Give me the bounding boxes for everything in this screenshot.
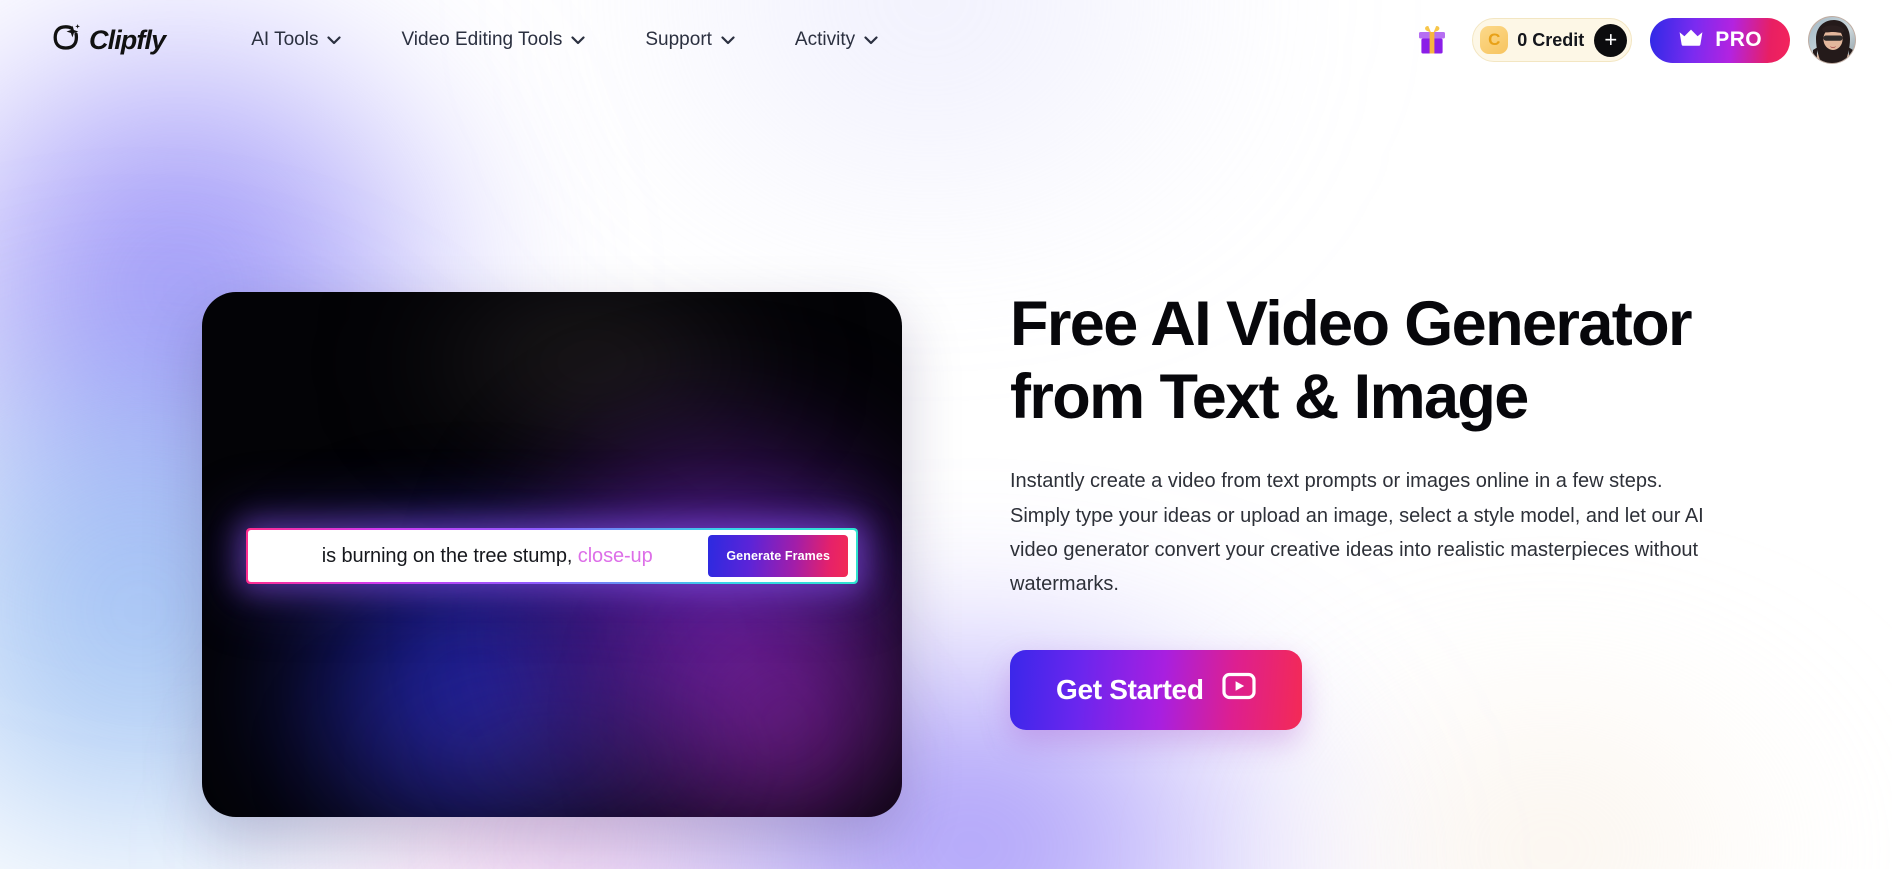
chevron-down-icon — [571, 29, 585, 51]
main-navigation: AI Tools Video Editing Tools Support Act… — [221, 19, 908, 61]
chevron-down-icon — [721, 29, 735, 51]
video-play-icon — [1222, 672, 1256, 707]
hero-description: Instantly create a video from text promp… — [1010, 470, 1704, 596]
page-title: Free AI Video Generator from Text & Imag… — [1010, 289, 1693, 433]
crown-icon — [1678, 28, 1704, 53]
get-started-label: Get Started — [1056, 673, 1204, 705]
user-avatar[interactable] — [1808, 16, 1856, 64]
get-started-button[interactable]: Get Started — [1010, 649, 1302, 730]
nav-item-label: Support — [645, 29, 712, 50]
credit-amount-label: 0 Credit — [1517, 29, 1585, 50]
brand-logo[interactable]: Clipfly — [50, 23, 166, 58]
hero-section: is burning on the tree stump, close-up G… — [0, 80, 1892, 817]
chevron-down-icon — [327, 29, 342, 51]
chevron-down-icon — [864, 29, 878, 51]
prompt-text-highlight: close-up — [577, 544, 653, 567]
video-preview-card[interactable]: is burning on the tree stump, close-up G… — [202, 292, 902, 817]
prompt-bar[interactable]: is burning on the tree stump, close-up G… — [246, 528, 858, 584]
prompt-input-text[interactable]: is burning on the tree stump, close-up — [276, 545, 698, 568]
prompt-bar-inner: is burning on the tree stump, close-up G… — [248, 530, 856, 582]
pro-upgrade-button[interactable]: PRO — [1650, 17, 1790, 63]
credit-badge[interactable]: C 0 Credit + — [1472, 18, 1633, 62]
gift-box-icon[interactable] — [1410, 18, 1454, 62]
generate-frames-button[interactable]: Generate Frames — [708, 535, 848, 577]
nav-item-label: AI Tools — [251, 29, 319, 50]
nav-item-label: Activity — [794, 29, 856, 50]
nav-item-support[interactable]: Support — [615, 19, 765, 61]
credit-coin-icon: C — [1480, 26, 1509, 54]
nav-item-ai-tools[interactable]: AI Tools — [221, 19, 371, 61]
pro-label: PRO — [1715, 28, 1762, 51]
add-credit-button[interactable]: + — [1594, 23, 1628, 57]
nav-item-label: Video Editing Tools — [401, 29, 563, 50]
clipfly-sparkle-icon — [50, 23, 80, 58]
header-actions: C 0 Credit + PRO — [1410, 16, 1856, 64]
prompt-text-prefix: is burning on the tree stump, — [321, 544, 573, 567]
brand-name: Clipfly — [89, 24, 166, 55]
site-header: Clipfly AI Tools Video Editing Tools Sup… — [0, 0, 1892, 80]
video-preview-canvas: is burning on the tree stump, close-up G… — [202, 292, 902, 817]
nav-item-video-editing-tools[interactable]: Video Editing Tools — [371, 19, 615, 61]
hero-copy: Free AI Video Generator from Text & Imag… — [1010, 288, 1710, 730]
nav-item-activity[interactable]: Activity — [765, 19, 908, 61]
